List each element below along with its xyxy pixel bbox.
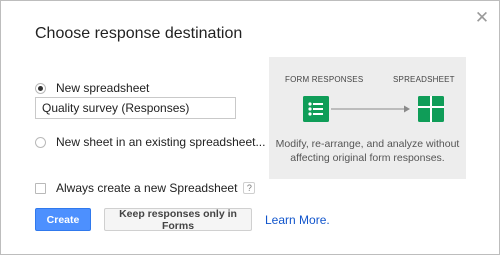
illustration-panel: FORM RESPONSES SPREADSHEET Modify, re-ar… bbox=[269, 57, 466, 179]
new-spreadsheet-label: New spreadsheet bbox=[56, 81, 150, 95]
always-create-checkbox[interactable] bbox=[35, 182, 46, 194]
spreadsheet-name-input[interactable] bbox=[35, 97, 236, 119]
learn-more-link[interactable]: Learn More. bbox=[265, 213, 330, 227]
always-create-option[interactable]: Always create a new Spreadsheet ? bbox=[35, 181, 256, 195]
new-spreadsheet-radio[interactable] bbox=[35, 82, 46, 94]
keep-in-forms-button[interactable]: Keep responses only in Forms bbox=[104, 208, 252, 232]
existing-sheet-option[interactable]: New sheet in an existing spreadsheet... bbox=[35, 135, 265, 149]
existing-sheet-radio[interactable] bbox=[35, 136, 46, 148]
help-icon[interactable]: ? bbox=[243, 182, 256, 194]
response-destination-dialog: Choose response destination ✕ New spread… bbox=[0, 0, 500, 255]
spreadsheet-icon bbox=[418, 96, 444, 122]
form-responses-icon bbox=[303, 96, 329, 122]
new-spreadsheet-option[interactable]: New spreadsheet bbox=[35, 81, 149, 95]
spreadsheet-label: SPREADSHEET bbox=[393, 75, 455, 84]
illustration-description: Modify, re-arrange, and analyze without … bbox=[275, 138, 460, 164]
form-responses-label: FORM RESPONSES bbox=[285, 75, 364, 84]
dialog-title: Choose response destination bbox=[35, 25, 243, 42]
create-button[interactable]: Create bbox=[35, 208, 91, 231]
close-icon[interactable]: ✕ bbox=[474, 9, 490, 26]
always-create-label: Always create a new Spreadsheet bbox=[56, 181, 238, 195]
existing-sheet-label: New sheet in an existing spreadsheet... bbox=[56, 135, 266, 149]
arrow-right-icon bbox=[331, 105, 410, 113]
